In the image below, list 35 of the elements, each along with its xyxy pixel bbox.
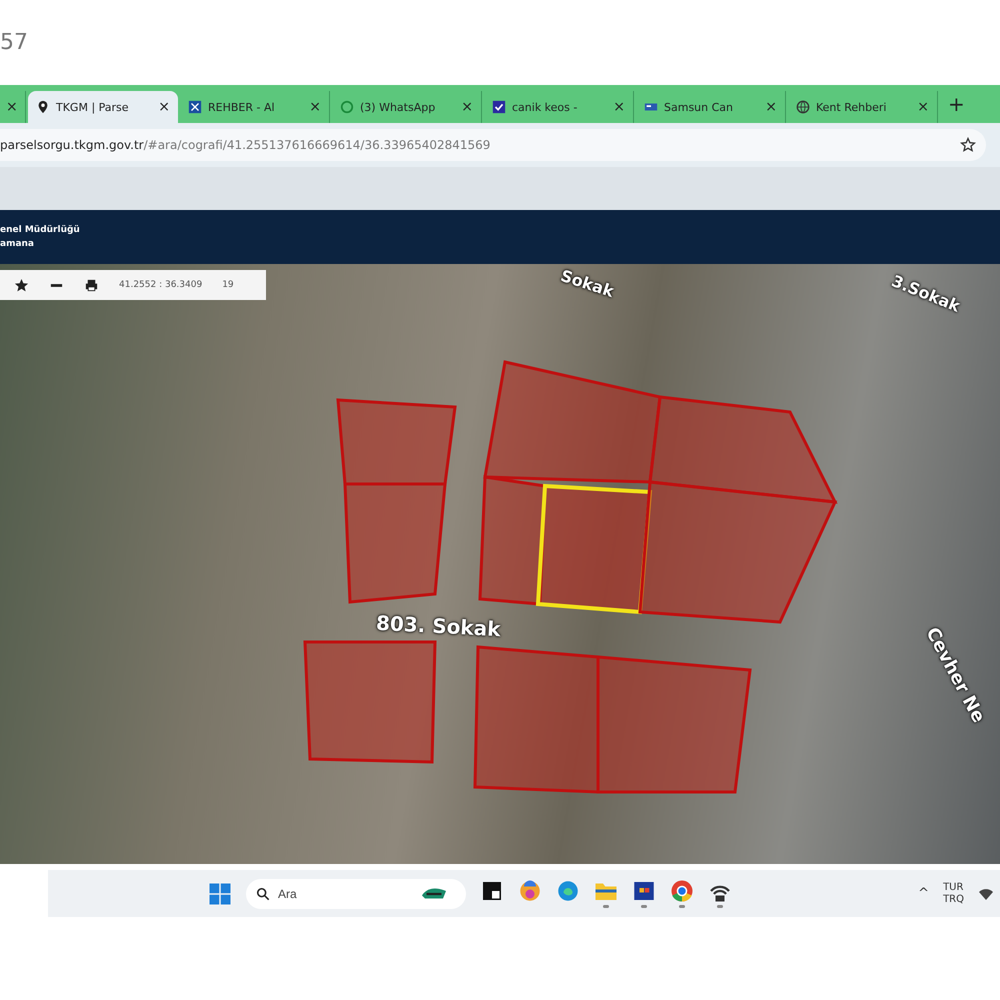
street-label: 803. Sokak (375, 610, 502, 642)
address-bar[interactable]: parselsorgu.tkgm.gov.tr/#ara/cografi/41.255137616669614/36.33965402841569 (0, 129, 986, 161)
header-title: enel Müdürlüğü (0, 225, 80, 235)
windows-start-icon (208, 882, 232, 906)
close-tab-button[interactable]: × (765, 99, 777, 115)
terminal-icon[interactable] (480, 879, 504, 903)
bookmark-star-icon[interactable] (960, 137, 976, 153)
search-input[interactable]: Ara (276, 886, 406, 902)
star-icon[interactable] (14, 278, 29, 292)
browser-tab[interactable]: TKGM | Parse × (28, 91, 178, 123)
chat-bubble-icon (340, 100, 354, 114)
close-tab-button[interactable]: × (309, 99, 321, 115)
checkmark-icon (492, 100, 506, 114)
header-subtitle: amana (0, 239, 34, 249)
close-tab-button[interactable]: × (917, 99, 929, 115)
grid-icon (188, 100, 202, 114)
coordinates-readout: 41.2552 : 36.3409 (119, 280, 202, 290)
new-tab-button[interactable]: + (940, 92, 973, 116)
copilot-icon[interactable] (518, 879, 542, 903)
store-icon[interactable] (632, 879, 656, 903)
corner-text: 57 (0, 30, 28, 55)
close-tab-button[interactable]: × (613, 99, 625, 115)
close-tab-button[interactable]: × (6, 99, 18, 115)
print-icon[interactable] (84, 278, 99, 292)
zoom-level: 19 (222, 280, 234, 290)
close-tab-button[interactable]: × (158, 99, 170, 115)
search-field[interactable]: Ara (246, 878, 466, 908)
pin-icon (36, 100, 50, 114)
chrome-icon[interactable] (670, 879, 694, 903)
globe-icon (796, 100, 810, 114)
language-indicator[interactable]: TUR TRQ (943, 882, 964, 906)
tray-chevron[interactable]: ^ (918, 886, 930, 901)
close-tab-button[interactable]: × (461, 99, 473, 115)
search-icon (256, 886, 270, 900)
edge-icon[interactable] (556, 879, 580, 903)
